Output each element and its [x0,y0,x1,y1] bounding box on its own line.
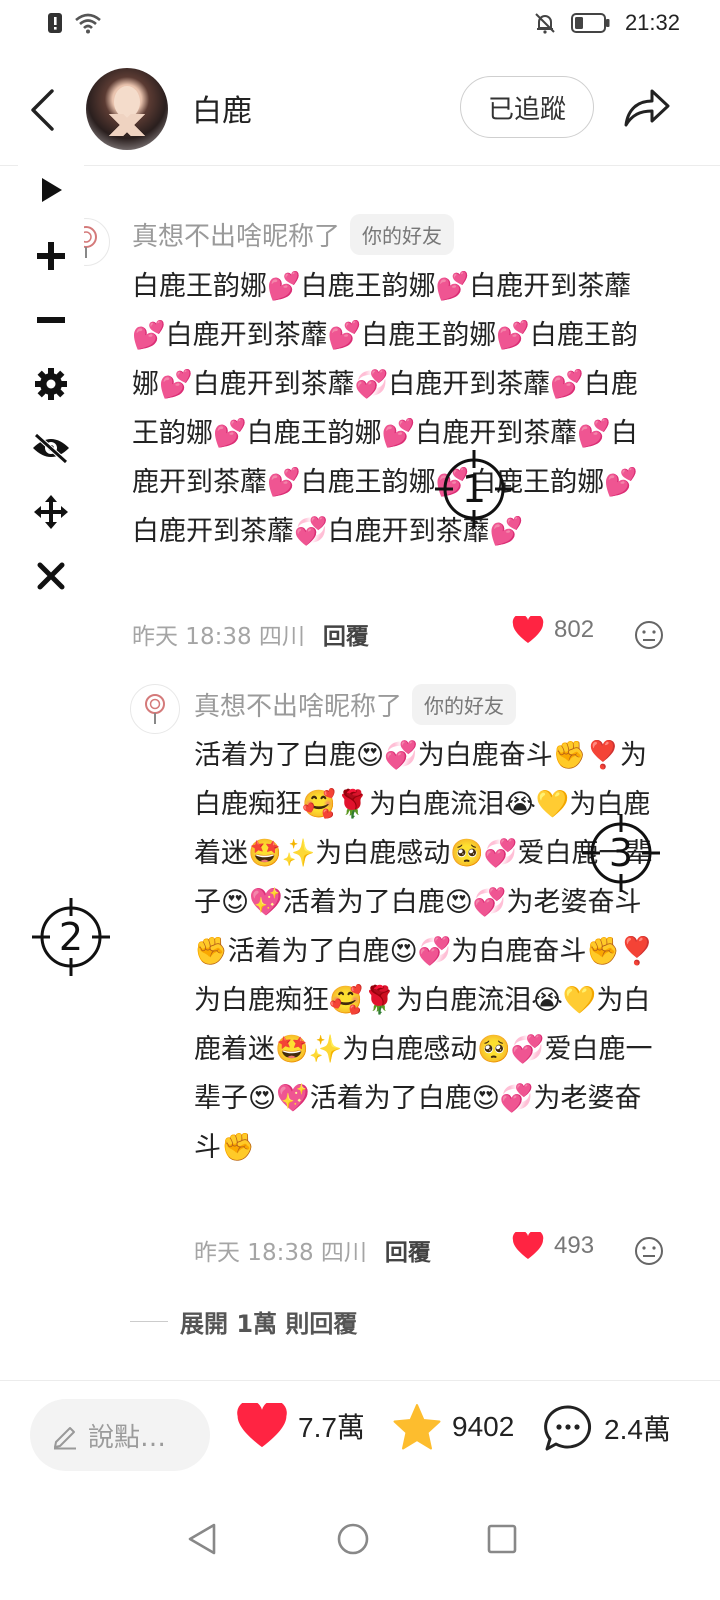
comment-input[interactable]: 說點… [30,1399,210,1471]
comment-2-header: 真想不出啥昵称了 你的好友 [194,684,517,725]
share-button[interactable] [620,80,674,134]
move-button[interactable] [18,486,84,538]
comment-2-friend-tag: 你的好友 [412,684,517,725]
battery-icon [570,13,610,33]
comment-2-avatar[interactable] [130,684,180,734]
zoom-in-button[interactable] [18,230,84,282]
post-comment-count: 2.4萬 [604,1414,671,1445]
comment-1-like-count: 802 [554,616,595,643]
comment-2-like-button[interactable]: 493 [512,1232,594,1260]
marker-1: 1 [435,450,513,528]
pencil-icon [54,1427,76,1450]
wifi-icon [75,13,101,34]
author-avatar[interactable] [86,68,168,150]
comment-2-nickname[interactable]: 真想不出啥昵称了 [194,686,402,723]
settings-button[interactable] [18,358,84,410]
post-like-count: 7.7萬 [298,1412,365,1443]
close-icon [37,562,65,590]
triangle-back-icon [188,1523,216,1555]
nav-home-button[interactable] [323,1509,383,1569]
close-button[interactable] [18,550,84,602]
back-button[interactable] [22,86,62,134]
lollipop-avatar-icon [145,694,165,724]
hide-button[interactable] [18,422,84,474]
post-like-button[interactable]: 7.7萬 [236,1403,365,1449]
nav-back-button[interactable] [172,1509,232,1569]
chat-bubble-icon [544,1405,592,1451]
circle-home-icon [337,1523,369,1555]
comment-2-time: 昨天 18:38 四川 [194,1240,367,1266]
chevron-left-icon [31,89,54,131]
marker-2-label: 2 [58,915,84,959]
system-nav-bar [0,1491,720,1600]
status-bar: 21:32 [0,0,720,50]
comment-2-reply-button[interactable]: 回覆 [385,1233,431,1267]
comment-1-header: 真想不出啥昵称了 你的好友 [132,214,455,255]
comment-input-placeholder: 說點… [88,1422,167,1453]
comment-2-like-count: 493 [554,1232,595,1259]
header-divider [0,165,720,166]
expand-replies-button[interactable]: 展開 1萬 則回覆 [130,1304,357,1339]
move-arrows-icon [34,495,68,529]
comment-2-dislike-icon[interactable] [634,1236,664,1266]
comment-1-friend-tag: 你的好友 [350,214,455,255]
avatar-hands [102,114,152,136]
heart-icon [237,1403,287,1448]
play-button[interactable] [18,164,84,216]
comment-1-text: 白鹿王韵娜💕白鹿王韵娜💕白鹿开到茶蘼💕白鹿开到茶蘼💕白鹿王韵娜💕白鹿王韵娜💕白鹿… [132,271,638,547]
marker-3: 3 [582,814,660,892]
square-recents-icon [487,1524,517,1554]
comment-1-nickname[interactable]: 真想不出啥昵称了 [132,216,340,253]
comment-1-reply-button[interactable]: 回覆 [323,617,369,651]
minus-icon [37,317,65,323]
marker-3-label: 3 [608,831,634,875]
post-comment-button[interactable]: 2.4萬 [542,1403,671,1453]
status-time: 21:32 [624,10,680,35]
star-icon [393,1404,441,1450]
expand-replies-label: 展開 1萬 則回覆 [180,1310,358,1338]
play-icon [42,178,62,202]
comment-1-like-button[interactable]: 802 [512,616,594,644]
gear-icon [35,368,67,400]
author-name[interactable]: 白鹿 [192,86,252,130]
marker-1-label: 1 [461,467,487,511]
mute-bell-icon [535,13,555,34]
comment-2-text: 活着为了白鹿😍💞为白鹿奋斗✊❣️为白鹿痴狂🥰🌹为白鹿流泪😭💛为白鹿着迷🤩✨为白鹿… [194,740,654,1163]
zoom-out-button[interactable] [18,294,84,346]
alert-sim-icon [48,13,62,33]
comment-1-dislike-icon[interactable] [634,620,664,650]
floating-toolbar [18,160,84,612]
follow-button[interactable]: 已追蹤 [460,76,594,138]
expand-divider [130,1321,168,1322]
post-favorite-count: 9402 [452,1411,515,1442]
plus-icon [37,242,65,270]
post-header: 白鹿 已追蹤 [0,60,720,160]
comment-1-time: 昨天 18:38 四川 [132,624,305,650]
heart-icon [512,616,544,643]
nav-recents-button[interactable] [472,1509,532,1569]
comment-2-meta: 昨天 18:38 四川 回覆 [194,1230,431,1270]
post-favorite-button[interactable]: 9402 [392,1403,514,1451]
share-arrow-icon [624,89,670,127]
eye-off-icon [33,433,69,464]
bottom-action-bar: 說點… 7.7萬 9402 2.4萬 [0,1381,720,1491]
marker-2: 2 [32,898,110,976]
comment-1-meta: 昨天 18:38 四川 回覆 [132,614,369,654]
heart-icon [512,1232,544,1259]
